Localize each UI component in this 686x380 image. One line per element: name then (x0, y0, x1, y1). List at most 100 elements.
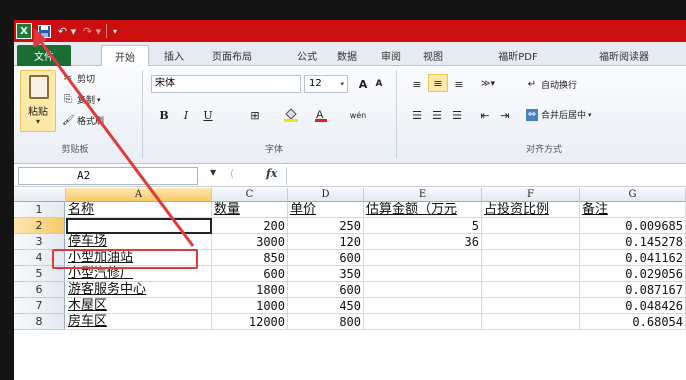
align-left-button[interactable]: ☰ (408, 106, 426, 124)
row-header[interactable]: 1 (14, 202, 65, 218)
cell-d6[interactable]: 600 (288, 282, 364, 298)
excel-logo-icon[interactable]: X (16, 23, 32, 39)
selected-cell-a2[interactable] (66, 218, 212, 234)
cell-d7[interactable]: 450 (288, 298, 364, 314)
cell-a7[interactable]: 木屋区 (66, 298, 212, 314)
phonetic-button[interactable]: wén (348, 106, 368, 124)
tab-review[interactable]: 审阅 (376, 45, 406, 66)
cell-a1[interactable]: 名称 (66, 202, 212, 218)
tab-view[interactable]: 视图 (418, 45, 448, 66)
column-header-g[interactable]: G (580, 188, 686, 202)
formula-input[interactable] (286, 167, 686, 185)
cell-c1[interactable]: 数量 (212, 202, 288, 218)
tab-data[interactable]: 数据 (332, 45, 362, 66)
cell-e5[interactable] (364, 266, 482, 282)
cell-g4[interactable]: 0.041162 (580, 250, 686, 266)
cell-c3[interactable]: 3000 (212, 234, 288, 250)
align-right-button[interactable]: ☰ (448, 106, 466, 124)
cell-f6[interactable] (482, 282, 580, 298)
paste-button[interactable]: 粘贴 ▾ (20, 70, 56, 132)
cell-e2[interactable]: 5 (364, 218, 482, 234)
row-header[interactable]: 3 (14, 234, 65, 250)
column-header-a[interactable]: A (66, 188, 212, 202)
font-size-select[interactable]: 12 ▾ (304, 75, 348, 93)
cell-d3[interactable]: 120 (288, 234, 364, 250)
shrink-font-button[interactable]: A (372, 75, 386, 93)
cell-e4[interactable] (364, 250, 482, 266)
cell-g8[interactable]: 0.68054 (580, 314, 686, 330)
cell-c8[interactable]: 12000 (212, 314, 288, 330)
cell-f8[interactable] (482, 314, 580, 330)
fill-color-button[interactable] (280, 106, 302, 124)
tab-formulas[interactable]: 公式 (292, 45, 322, 66)
copy-button[interactable]: ⎘ 复制 ▾ (62, 93, 101, 107)
cell-f2[interactable] (482, 218, 580, 234)
column-header-f[interactable]: F (482, 188, 580, 202)
align-top-button[interactable]: ≡ (408, 75, 426, 93)
tab-file[interactable]: 文件 (17, 45, 71, 66)
column-header-d[interactable]: D (288, 188, 364, 202)
select-all-corner[interactable] (14, 188, 66, 202)
cell-f3[interactable] (482, 234, 580, 250)
italic-button[interactable]: I (178, 106, 194, 124)
customize-qat-button[interactable]: ▾ (110, 23, 120, 39)
increase-indent-button[interactable]: ⇥ (496, 106, 514, 124)
tab-insert[interactable]: 插入 (159, 45, 189, 66)
cell-e8[interactable] (364, 314, 482, 330)
row-header[interactable]: 6 (14, 282, 65, 298)
cell-d2[interactable]: 250 (288, 218, 364, 234)
cell-a8[interactable]: 房车区 (66, 314, 212, 330)
row-header[interactable]: 8 (14, 314, 65, 330)
grow-font-button[interactable]: A (356, 75, 370, 93)
underline-button[interactable]: U (200, 106, 216, 124)
row-header[interactable]: 2 (14, 218, 65, 234)
undo-button[interactable]: ↶ ▾ (56, 23, 78, 39)
align-bottom-button[interactable]: ≡ (450, 75, 468, 93)
cell-d1[interactable]: 单价 (288, 202, 364, 218)
save-button[interactable] (36, 23, 52, 39)
cell-d5[interactable]: 350 (288, 266, 364, 282)
column-header-e[interactable]: E (364, 188, 482, 202)
cell-g2[interactable]: 0.009685 (580, 218, 686, 234)
cell-g6[interactable]: 0.087167 (580, 282, 686, 298)
cell-e3[interactable]: 36 (364, 234, 482, 250)
tab-foxit-reader[interactable]: 福昕阅读器 (591, 45, 657, 66)
cell-g1[interactable]: 备注 (580, 202, 686, 218)
cell-g5[interactable]: 0.029056 (580, 266, 686, 282)
align-center-button[interactable]: ☰ (428, 106, 446, 124)
cell-g3[interactable]: 0.145278 (580, 234, 686, 250)
cell-d4[interactable]: 600 (288, 250, 364, 266)
column-header-c[interactable]: C (212, 188, 288, 202)
cell-f1[interactable]: 占投资比例 (482, 202, 580, 218)
cell-a3[interactable]: 停车场 (66, 234, 212, 250)
cell-f7[interactable] (482, 298, 580, 314)
format-painter-button[interactable]: 🖌 格式刷 (62, 114, 104, 128)
decrease-indent-button[interactable]: ⇤ (476, 106, 494, 124)
font-color-button[interactable]: A (310, 106, 332, 124)
cell-g7[interactable]: 0.048426 (580, 298, 686, 314)
orientation-button[interactable]: ≫▾ (476, 75, 500, 93)
cell-c2[interactable]: 200 (212, 218, 288, 234)
cell-c6[interactable]: 1800 (212, 282, 288, 298)
tab-home[interactable]: 开始 (101, 45, 149, 67)
redo-button[interactable]: ↷ ▾ (82, 23, 102, 39)
chevron-down-icon[interactable]: ▼ (210, 168, 216, 177)
cell-c5[interactable]: 600 (212, 266, 288, 282)
bold-button[interactable]: B (156, 106, 172, 124)
wrap-text-button[interactable]: ↵ 自动换行 (526, 78, 577, 92)
worksheet-grid[interactable]: A C D E F G 1 名称 数量 单价 估算金额（万元 占投资比例 备注 2 200 250… (14, 188, 686, 380)
cell-f4[interactable] (482, 250, 580, 266)
cell-e6[interactable] (364, 282, 482, 298)
border-button[interactable]: ⊞ (244, 106, 266, 124)
cell-f5[interactable] (482, 266, 580, 282)
cell-c7[interactable]: 1000 (212, 298, 288, 314)
tab-foxit-pdf[interactable]: 福昕PDF (488, 45, 548, 66)
cell-e7[interactable] (364, 298, 482, 314)
insert-function-button[interactable]: fx (266, 167, 277, 180)
cell-d8[interactable]: 800 (288, 314, 364, 330)
cell-c4[interactable]: 850 (212, 250, 288, 266)
row-header[interactable]: 7 (14, 298, 65, 314)
name-box[interactable]: A2 (18, 167, 198, 185)
align-middle-button[interactable]: ≡ (428, 74, 448, 92)
merge-center-button[interactable]: ⇔ 合并后居中 ▾ (526, 108, 592, 121)
